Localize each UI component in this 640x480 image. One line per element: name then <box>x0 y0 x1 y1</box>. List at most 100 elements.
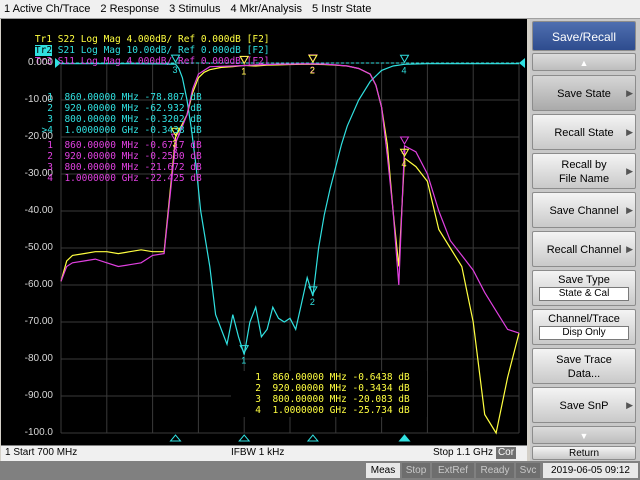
menu-instr-state[interactable]: 5 Instr State <box>308 3 377 15</box>
menu-response[interactable]: 2 Response <box>96 3 165 15</box>
save-channel-label: Save Channel <box>549 205 619 217</box>
recall-by-file-name-button[interactable]: Recall by File Name ▶ <box>532 153 636 189</box>
save-channel-button[interactable]: Save Channel ▶ <box>532 192 636 228</box>
extref-indicator: ExtRef <box>432 463 474 478</box>
correction-indicator: Cor <box>496 447 516 459</box>
marker-frequency: 1.0000000 GHz <box>64 173 139 184</box>
ifbw-setting[interactable]: IFBW 1 kHz <box>231 447 284 458</box>
scroll-up-icon: ▲ <box>579 58 589 68</box>
meas-indicator: Meas <box>366 463 400 478</box>
marker-number: 3 <box>47 114 53 125</box>
save-type-value: State & Cal <box>539 287 629 301</box>
start-frequency[interactable]: 1 Start 700 MHz <box>5 447 77 458</box>
menu-stimulus[interactable]: 3 Stimulus <box>165 3 226 15</box>
y-axis-label: -80.00 <box>24 353 53 364</box>
marker-value: -0.3438 dB <box>144 125 202 136</box>
return-label: Return <box>568 448 599 459</box>
save-trace-data-button[interactable]: Save Trace Data... <box>532 348 636 384</box>
stimulus-marker-icon <box>238 434 251 442</box>
marker-value: -21.672 dB <box>144 162 202 173</box>
marker-value: -0.3434 dB <box>352 383 410 394</box>
marker-number: 4 <box>47 173 53 184</box>
marker-row: 3 800.00000 MHz -0.3202 dB <box>37 114 202 125</box>
measurement-display[interactable]: 123412341234 Tr1 S22 Log Mag 4.000dB/ Re… <box>1 19 527 445</box>
menu-bar: 1 Active Ch/Trace 2 Response 3 Stimulus … <box>0 0 640 19</box>
marker-frequency: 860.00000 MHz <box>272 372 347 383</box>
channel-trace-value: Disp Only <box>539 326 629 340</box>
marker-number: 1 <box>47 92 53 103</box>
marker-row: 4 1.0000000 GHz -22.425 dB <box>37 173 202 184</box>
marker-row: 2 920.00000 MHz -0.2500 dB <box>37 151 202 162</box>
channel-trace-button[interactable]: Channel/Trace Disp Only <box>532 309 636 345</box>
marker-frequency: 920.00000 MHz <box>272 383 347 394</box>
recall-by-file-name-label: Recall by File Name <box>558 159 610 186</box>
marker-row: 4 1.0000000 GHz -25.734 dB <box>245 405 409 416</box>
y-axis-label: -50.00 <box>24 242 53 253</box>
y-axis-label: 0.000 <box>27 57 53 68</box>
marker-frequency: 860.00000 MHz <box>64 140 139 151</box>
scroll-down-icon: ▼ <box>579 431 589 441</box>
marker-frequency: 860.00000 MHz <box>64 92 139 103</box>
trace-param: S11 <box>57 56 75 67</box>
marker-value: -22.425 dB <box>144 173 202 184</box>
y-axis-label: -40.00 <box>24 205 53 216</box>
marker-number: 1 <box>255 372 261 383</box>
save-snp-label: Save SnP <box>559 400 609 412</box>
marker-value: -0.2500 dB <box>144 151 202 162</box>
stop-indicator: Stop <box>402 463 430 478</box>
marker-number: 2 <box>47 103 53 114</box>
marker-row: >4 1.0000000 GHz -0.3438 dB <box>37 125 202 136</box>
softkey-scroll-down-button[interactable]: ▼ <box>532 426 636 444</box>
marker-number: 1 <box>47 140 53 151</box>
softkey-title-label: Save/Recall <box>551 30 617 44</box>
marker-value: -20.083 dB <box>352 394 410 405</box>
recall-state-button[interactable]: Recall State ▶ <box>532 114 636 150</box>
marker-value: -78.807 dB <box>144 92 202 103</box>
marker-row: 1 860.00000 MHz -78.807 dB <box>37 92 202 103</box>
save-type-label: Save Type <box>558 274 610 286</box>
marker-frequency: 800.00000 MHz <box>272 394 347 405</box>
save-state-button[interactable]: Save State ▶ <box>532 75 636 111</box>
marker-number: 2 <box>47 151 53 162</box>
y-axis-label: -70.00 <box>24 316 53 327</box>
trace-ref: Ref 0.000dB <box>177 56 241 67</box>
marker-label: 4 <box>402 159 407 169</box>
marker-number: >4 <box>41 125 53 136</box>
marker-frequency: 800.00000 MHz <box>64 114 139 125</box>
marker-number: 4 <box>255 405 261 416</box>
marker-table-s22: 1 860.00000 MHz -0.6438 dB 2 920.00000 M… <box>231 371 427 417</box>
marker-value: -0.3202 dB <box>144 114 202 125</box>
marker-frequency: 1.0000000 GHz <box>272 405 347 416</box>
submenu-arrow-icon: ▶ <box>626 88 633 98</box>
marker-frequency: 800.00000 MHz <box>64 162 139 173</box>
clock: 2019-06-05 09:12 <box>543 463 638 478</box>
ref-right-arrow-icon <box>519 58 525 68</box>
marker-number: 2 <box>255 383 261 394</box>
menu-mkr-analysis[interactable]: 4 Mkr/Analysis <box>226 3 308 15</box>
submenu-arrow-icon: ▶ <box>626 205 633 215</box>
y-axis-label: -90.00 <box>24 390 53 401</box>
save-snp-button[interactable]: Save SnP ▶ <box>532 387 636 423</box>
recall-channel-button[interactable]: Recall Channel ▶ <box>532 231 636 267</box>
softkey-scroll-up-button[interactable]: ▲ <box>532 53 636 71</box>
marker-frequency: 1.0000000 GHz <box>64 125 139 136</box>
system-status-bar: Meas Stop ExtRef Ready Svc 2019-06-05 09… <box>0 461 640 480</box>
y-axis-label: -100.0 <box>24 427 53 438</box>
svc-indicator: Svc <box>516 463 540 478</box>
submenu-arrow-icon: ▶ <box>626 166 633 176</box>
softkey-panel: Save/Recall ▲ Save State ▶ Recall State ▶ … <box>530 19 640 461</box>
marker-value: -62.932 dB <box>144 103 202 114</box>
trace-window: [F2] <box>246 56 270 67</box>
stop-frequency[interactable]: Stop 1.1 GHz <box>433 447 493 458</box>
save-type-button[interactable]: Save Type State & Cal <box>532 270 636 306</box>
recall-channel-label: Recall Channel <box>546 244 622 256</box>
return-button[interactable]: Return <box>532 446 636 460</box>
menu-active-ch-trace[interactable]: 1 Active Ch/Trace <box>0 3 96 15</box>
marker-value: -0.6438 dB <box>352 372 410 383</box>
submenu-arrow-icon: ▶ <box>626 244 633 254</box>
marker-row: 2 920.00000 MHz -0.3434 dB <box>245 383 410 394</box>
marker-frequency: 920.00000 MHz <box>64 103 139 114</box>
marker-row: 3 800.00000 MHz -21.672 dB <box>37 162 202 173</box>
channel-trace-label: Channel/Trace <box>548 313 620 325</box>
marker-label: 4 <box>402 65 407 75</box>
